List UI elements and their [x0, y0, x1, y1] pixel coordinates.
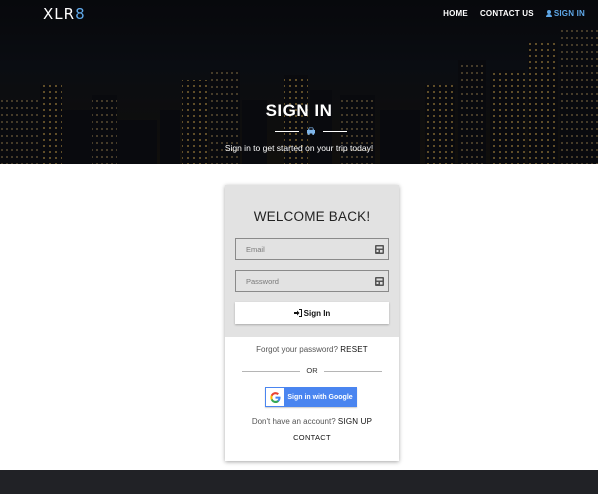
- divider-line-left: [275, 131, 299, 132]
- google-sign-in-button[interactable]: Sign in with Google: [265, 387, 357, 407]
- or-divider: OR: [242, 366, 382, 376]
- sign-in-icon: [293, 309, 302, 317]
- google-logo-box: [266, 388, 284, 406]
- nav-links: HOME CONTACT US SIGN IN: [443, 9, 585, 18]
- nav-item-sign-in-label: SIGN IN: [553, 9, 585, 18]
- car-icon: [307, 127, 315, 135]
- hero-banner: XLR8 HOME CONTACT US SIGN IN SIGN IN Sig…: [0, 0, 598, 164]
- contact-link[interactable]: CONTACT: [225, 433, 399, 442]
- card-title: WELCOME BACK!: [253, 209, 371, 224]
- reset-password-link[interactable]: RESET: [340, 345, 368, 354]
- brand-logo[interactable]: XLR8: [43, 5, 86, 23]
- email-field-wrapper: [235, 238, 389, 260]
- email-input[interactable]: [236, 239, 388, 259]
- password-field-wrapper: [235, 270, 389, 292]
- page-footer: [0, 470, 598, 494]
- signup-text: Don't have an account?: [251, 417, 336, 426]
- user-icon: [545, 10, 552, 17]
- nav-item-contact-us[interactable]: CONTACT US: [480, 9, 534, 18]
- hero-title: SIGN IN: [265, 101, 333, 120]
- sign-up-link[interactable]: SIGN UP: [338, 417, 372, 426]
- or-line-right: [324, 371, 382, 372]
- top-navbar: XLR8 HOME CONTACT US SIGN IN: [0, 0, 598, 28]
- sign-in-button-label: Sign In: [303, 308, 331, 318]
- nav-item-sign-in[interactable]: SIGN IN: [545, 9, 585, 18]
- password-input[interactable]: [236, 271, 388, 291]
- google-icon: [269, 391, 281, 403]
- forgot-password-row: Forgot your password? RESET: [225, 345, 399, 354]
- keyboard-icon: [375, 277, 384, 286]
- google-button-label: Sign in with Google: [287, 393, 353, 401]
- divider-line-right: [323, 131, 347, 132]
- signup-row: Don't have an account? SIGN UP: [225, 417, 399, 426]
- keyboard-icon: [375, 245, 384, 254]
- forgot-password-text: Forgot your password?: [256, 345, 338, 354]
- signin-card: WELCOME BACK! Sign I: [225, 185, 399, 461]
- nav-item-home[interactable]: HOME: [443, 9, 468, 18]
- hero-divider: [275, 125, 347, 137]
- sign-in-button[interactable]: Sign In: [235, 302, 389, 324]
- signin-form-panel: WELCOME BACK! Sign I: [225, 185, 399, 337]
- hero-subtitle: Sign in to get started on your trip toda…: [224, 143, 374, 153]
